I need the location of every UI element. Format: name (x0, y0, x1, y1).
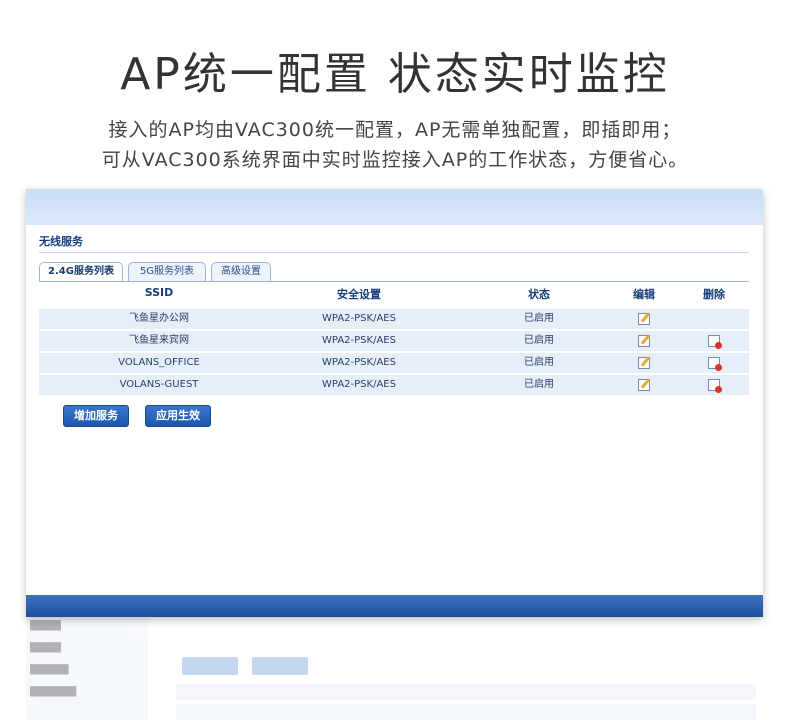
cell-edit (619, 375, 669, 395)
cell-ssid: VOLANS-GUEST (119, 379, 199, 390)
cell-state: 已启用 (524, 357, 554, 368)
cell-security: WPA2-PSK/AES (322, 335, 396, 346)
delete-icon[interactable] (708, 335, 722, 349)
apply-button[interactable]: 应用生效 (145, 405, 211, 427)
delete-icon[interactable] (708, 357, 722, 371)
background-screenshot: ▇▇▇▇ ▇▇▇▇ ▇▇▇▇▇ ▇▇▇▇▇▇ (26, 612, 763, 720)
ghost-button (252, 657, 308, 675)
delete-icon[interactable] (708, 379, 722, 393)
edit-icon[interactable] (638, 335, 650, 347)
cell-state: 已启用 (524, 313, 554, 324)
edit-icon[interactable] (638, 313, 650, 325)
cell-ssid: 飞鱼星来宾网 (129, 335, 189, 346)
column-header-state: 状态 (528, 288, 550, 301)
ghost-button (182, 657, 238, 675)
column-header-security: 安全设置 (337, 288, 381, 301)
ghost-sidebar-item: ▇▇▇▇ (30, 620, 61, 631)
cell-delete (689, 331, 739, 351)
tab-2-4g-list[interactable]: 2.4G服务列表 (39, 262, 123, 281)
ghost-sidebar: ▇▇▇▇ ▇▇▇▇ ▇▇▇▇▇ ▇▇▇▇▇▇ (26, 612, 148, 720)
table-header: SSID 安全设置 状态 编辑 删除 (39, 286, 749, 304)
cell-edit (619, 331, 669, 351)
ghost-main (156, 612, 756, 720)
ghost-row (176, 684, 756, 700)
ghost-sidebar-item: ▇▇▇▇ (30, 642, 61, 653)
cell-ssid: VOLANS_OFFICE (118, 357, 200, 368)
ghost-sidebar-item: ▇▇▇▇▇▇ (30, 686, 77, 697)
subline-2: 可从VAC300系统界面中实时监控接入AP的工作状态，方便省心。 (101, 149, 689, 171)
section-title: 无线服务 (39, 235, 83, 248)
tab-advanced-settings[interactable]: 高级设置 (211, 262, 271, 281)
cell-delete (689, 375, 739, 395)
cell-security: WPA2-PSK/AES (322, 357, 396, 368)
add-service-button[interactable]: 增加服务 (63, 405, 129, 427)
tab-underline (39, 281, 749, 282)
edit-icon[interactable] (638, 357, 650, 369)
cell-security: WPA2-PSK/AES (322, 379, 396, 390)
table-row: VOLANS-GUEST WPA2-PSK/AES 已启用 (39, 375, 749, 395)
headline: AP统一配置 状态实时监控 (120, 49, 670, 100)
section-divider (39, 252, 749, 253)
ghost-row (176, 704, 756, 720)
cell-delete (689, 353, 739, 373)
tab-5g-list[interactable]: 5G服务列表 (128, 262, 206, 281)
cell-state: 已启用 (524, 379, 554, 390)
panel-header-bar (26, 189, 763, 225)
table-row: 飞鱼星来宾网 WPA2-PSK/AES 已启用 (39, 331, 749, 351)
subline-1: 接入的AP均由VAC300统一配置，AP无需单独配置，即插即用； (108, 119, 682, 141)
cell-state: 已启用 (524, 335, 554, 346)
cell-ssid: 飞鱼星办公网 (129, 313, 189, 324)
cell-edit (619, 309, 669, 329)
wireless-service-panel: 无线服务 2.4G服务列表 5G服务列表 高级设置 SSID 安全设置 状态 编… (26, 189, 763, 617)
cell-security: WPA2-PSK/AES (322, 313, 396, 324)
table-row: VOLANS_OFFICE WPA2-PSK/AES 已启用 (39, 353, 749, 373)
column-header-ssid: SSID (144, 286, 174, 299)
edit-icon[interactable] (638, 379, 650, 391)
table-row: 飞鱼星办公网 WPA2-PSK/AES 已启用 (39, 309, 749, 329)
column-header-delete: 删除 (703, 288, 725, 301)
ghost-sidebar-item: ▇▇▇▇▇ (30, 664, 69, 675)
column-header-edit: 编辑 (633, 288, 655, 301)
cell-edit (619, 353, 669, 373)
panel-footer-bar (26, 595, 763, 617)
